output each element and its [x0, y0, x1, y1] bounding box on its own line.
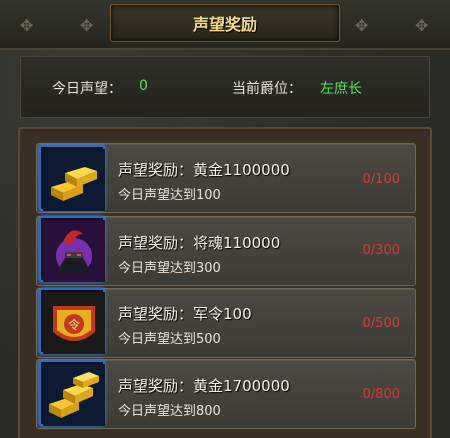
today-reputation-value: 0 [139, 78, 148, 94]
page-title: 声望奖励 [192, 15, 257, 34]
general-soul-icon[interactable] [39, 216, 105, 282]
reward-requirement: 今日声望达到800 [118, 404, 221, 419]
reward-title: 声望奖励：军令100 [118, 305, 252, 323]
today-reputation-label: 今日声望： [52, 81, 122, 97]
reward-progress: 0/100 [362, 172, 400, 187]
gold-bars-icon[interactable] [39, 360, 105, 426]
reward-progress: 0/800 [362, 387, 400, 402]
current-rank-value: 左庶长 [320, 81, 362, 97]
reward-title: 声望奖励：将魂110000 [118, 234, 281, 252]
current-rank-label: 当前爵位： [232, 81, 302, 97]
gold-bars-icon[interactable] [39, 145, 105, 211]
right-ornament-icon: ✥ [355, 16, 369, 35]
military-order-icon[interactable]: 令 [39, 288, 105, 354]
reward-requirement: 今日声望达到300 [118, 261, 221, 276]
reward-title: 声望奖励：黄金1700000 [118, 377, 290, 395]
reward-title: 声望奖励：黄金1100000 [118, 161, 290, 179]
reward-progress: 0/300 [362, 243, 400, 258]
right-ornament-icon-2: ✥ [415, 16, 429, 35]
reward-requirement: 今日声望达到500 [118, 332, 221, 347]
left-ornament-icon-2: ✥ [80, 16, 94, 35]
left-ornament-icon: ✥ [20, 16, 34, 35]
reward-requirement: 今日声望达到100 [118, 188, 221, 203]
svg-text:令: 令 [68, 317, 80, 332]
reward-progress: 0/500 [362, 316, 400, 331]
